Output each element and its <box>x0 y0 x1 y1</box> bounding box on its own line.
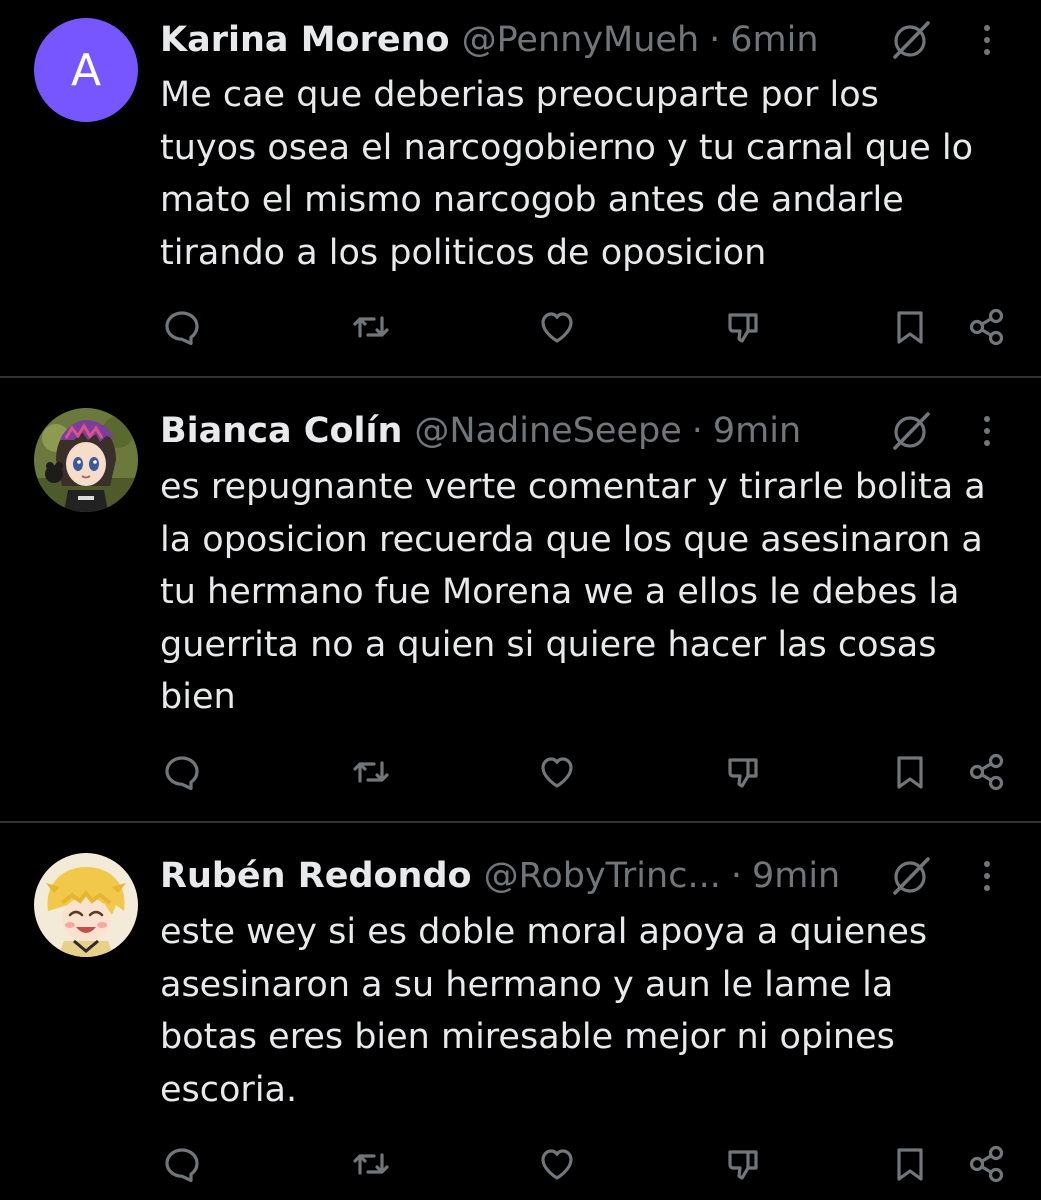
separator-dot: · <box>709 20 721 60</box>
display-name[interactable]: Karina Moreno <box>160 17 450 63</box>
user-handle[interactable]: @RobyTrinc... <box>484 853 721 899</box>
downvote-icon[interactable] <box>721 750 765 794</box>
like-icon[interactable] <box>535 1142 579 1186</box>
more-icon[interactable] <box>972 408 1002 454</box>
tweet-header: Rubén Redondo @RobyTrinc... · 9min <box>160 853 840 899</box>
tweet-text: es repugnante verte comentar y tirarle b… <box>160 467 986 717</box>
reply-icon[interactable] <box>160 305 204 349</box>
tweet-actions <box>0 1142 1041 1186</box>
more-icon[interactable] <box>972 853 1002 899</box>
tweet-text: Me cae que deberias preocuparte por los … <box>160 75 974 273</box>
separator-dot: · <box>691 411 703 451</box>
share-icon[interactable] <box>965 1142 1009 1186</box>
tweet-text: este wey si es doble moral apoya a quien… <box>160 912 928 1110</box>
avatar[interactable]: A <box>34 18 138 122</box>
user-handle[interactable]: @PennyMueh <box>462 17 700 63</box>
bookmark-icon[interactable] <box>888 1142 932 1186</box>
share-icon[interactable] <box>965 305 1009 349</box>
downvote-icon[interactable] <box>721 305 765 349</box>
tweet-header: Karina Moreno @PennyMueh · 6min <box>160 17 819 63</box>
share-icon[interactable] <box>965 750 1009 794</box>
timestamp[interactable]: 6min <box>730 17 818 63</box>
avatar[interactable] <box>34 853 138 957</box>
grok-icon[interactable] <box>888 17 934 63</box>
user-handle[interactable]: @NadineSeepe <box>414 408 681 454</box>
grok-icon[interactable] <box>888 408 934 454</box>
repost-icon[interactable] <box>349 1142 393 1186</box>
repost-icon[interactable] <box>349 305 393 349</box>
reply-feed: A Karina Moreno @PennyMueh · 6min Me cae… <box>0 0 1041 1200</box>
tweet[interactable]: Bianca Colín @NadineSeepe · 9min es repu… <box>0 378 1041 821</box>
like-icon[interactable] <box>535 305 579 349</box>
tweet-header: Bianca Colín @NadineSeepe · 9min <box>160 408 801 454</box>
tweet[interactable]: Rubén Redondo @RobyTrinc... · 9min este … <box>0 823 1041 1200</box>
bookmark-icon[interactable] <box>888 750 932 794</box>
like-icon[interactable] <box>535 750 579 794</box>
tweet-actions <box>0 750 1041 794</box>
display-name[interactable]: Bianca Colín <box>160 408 402 454</box>
display-name[interactable]: Rubén Redondo <box>160 853 472 899</box>
repost-icon[interactable] <box>349 750 393 794</box>
bookmark-icon[interactable] <box>888 305 932 349</box>
timestamp[interactable]: 9min <box>713 408 801 454</box>
tweet[interactable]: A Karina Moreno @PennyMueh · 6min Me cae… <box>0 0 1041 376</box>
downvote-icon[interactable] <box>721 1142 765 1186</box>
grok-icon[interactable] <box>888 853 934 899</box>
reply-icon[interactable] <box>160 1142 204 1186</box>
reply-icon[interactable] <box>160 750 204 794</box>
anime-blonde-boy-avatar-icon <box>34 853 138 957</box>
avatar[interactable] <box>34 408 138 512</box>
tweet-actions <box>0 305 1041 349</box>
more-icon[interactable] <box>972 17 1002 63</box>
separator-dot: · <box>730 856 742 896</box>
anime-girl-avatar-icon <box>34 408 138 512</box>
timestamp[interactable]: 9min <box>752 853 840 899</box>
